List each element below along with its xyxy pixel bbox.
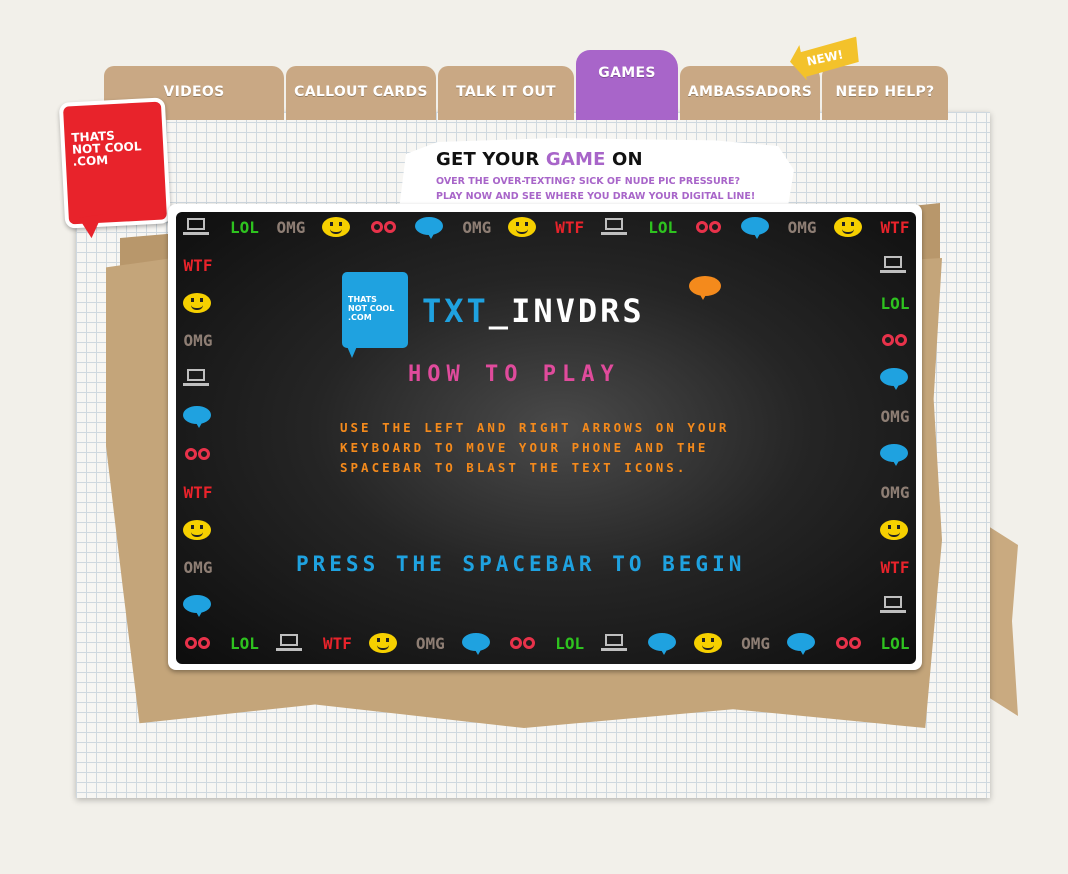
- chat-bubble-icon: [880, 443, 908, 466]
- wtf-icon: WTF: [555, 218, 585, 237]
- lol-icon: LOL: [230, 218, 259, 237]
- tab-callout-cards[interactable]: CALLOUT CARDS: [286, 66, 436, 120]
- omg-icon: OMG: [183, 331, 213, 351]
- omg-icon: OMG: [880, 482, 910, 502]
- logo-text: THATS NOT COOL .COM: [71, 128, 142, 169]
- chat-bubble-icon: [647, 633, 676, 655]
- wtf-icon: WTF: [880, 558, 910, 578]
- chat-bubble-icon: [787, 633, 816, 655]
- omg-icon: OMG: [415, 634, 445, 653]
- tab-games[interactable]: GAMES: [576, 50, 678, 120]
- tab-talk-it-out[interactable]: TALK IT OUT: [438, 66, 574, 120]
- smiley-icon: [833, 217, 862, 237]
- cardboard-edge: [988, 526, 1018, 716]
- game-instructions: USE THE LEFT AND RIGHT ARROWS ON YOUR KE…: [340, 420, 730, 475]
- wtf-icon: WTF: [322, 634, 352, 653]
- site-logo[interactable]: THATS NOT COOL .COM: [56, 94, 172, 240]
- omg-icon: OMG: [462, 218, 492, 237]
- omg-icon: OMG: [276, 218, 306, 237]
- game-logo-text: THATS NOT COOL .COM: [348, 295, 395, 322]
- smiley-icon: [183, 292, 211, 313]
- promo-line-2: PLAY NOW AND SEE WHERE YOU DRAW YOUR DIG…: [436, 191, 756, 202]
- lol-icon: LOL: [230, 634, 259, 653]
- chat-bubble-icon: [183, 406, 211, 429]
- bra-icon: [183, 633, 213, 653]
- omg-icon: OMG: [787, 218, 817, 237]
- logo-speech-tail: [78, 214, 106, 240]
- bra-icon: [369, 217, 399, 237]
- tab-need-help[interactable]: NEED HELP?: [822, 66, 948, 120]
- bra-icon: [880, 330, 910, 350]
- laptop-icon: [275, 633, 302, 653]
- omg-icon: OMG: [880, 407, 910, 427]
- chat-bubble-icon: [461, 633, 490, 655]
- bra-icon: [508, 633, 538, 653]
- smiley-icon: [694, 633, 723, 653]
- laptop-icon: [880, 255, 906, 275]
- omg-icon: OMG: [741, 634, 771, 653]
- omg-icon: OMG: [183, 558, 213, 578]
- bra-icon: [834, 633, 864, 653]
- laptop-icon: [880, 595, 906, 615]
- smiley-icon: [368, 633, 397, 653]
- promo-title: GET YOUR GAME ON: [436, 149, 643, 170]
- lol-icon: LOL: [648, 218, 678, 237]
- lol-icon: LOL: [880, 293, 910, 313]
- lol-icon: LOL: [880, 634, 910, 653]
- bra-icon: [694, 217, 724, 237]
- bra-icon: [183, 444, 213, 464]
- speech-bubble-icon: [689, 276, 721, 300]
- press-start-prompt: PRESS THE SPACEBAR TO BEGIN: [296, 552, 746, 576]
- game-logo-tail: [346, 344, 358, 358]
- smiley-icon: [183, 519, 211, 540]
- laptop-icon: [183, 217, 209, 237]
- smiley-icon: [880, 519, 908, 540]
- game-title: TXT_INVDRS: [422, 292, 645, 330]
- wtf-icon: WTF: [183, 482, 213, 502]
- laptop-icon: [183, 368, 209, 388]
- main-nav: VIDEOS CALLOUT CARDS TALK IT OUT GAMES A…: [100, 50, 960, 120]
- wtf-icon: WTF: [880, 218, 910, 237]
- wtf-icon: WTF: [183, 255, 213, 275]
- tab-ambassadors[interactable]: AMBASSADORS: [680, 66, 820, 120]
- laptop-icon: [601, 217, 628, 237]
- lol-icon: LOL: [555, 634, 585, 653]
- laptop-icon: [601, 633, 628, 653]
- chat-bubble-icon: [740, 217, 769, 239]
- promo-line-1: OVER THE OVER-TEXTING? SICK OF NUDE PIC …: [436, 176, 740, 187]
- how-to-play-heading: HOW TO PLAY: [408, 362, 620, 387]
